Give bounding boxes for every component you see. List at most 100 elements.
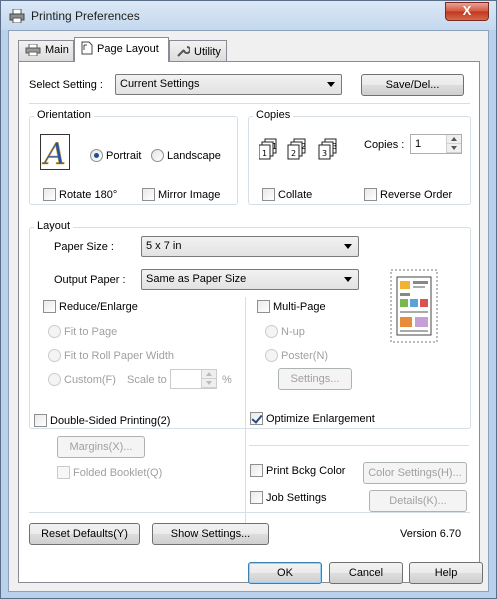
rotate-180-checkbox[interactable] <box>43 188 56 201</box>
custom-label: Custom(F) <box>64 374 116 386</box>
rotate-180-label: Rotate 180° <box>59 189 118 201</box>
optimize-enlargement-checkbox[interactable] <box>250 412 263 425</box>
color-settings-button[interactable]: Color Settings(H)... <box>363 462 467 484</box>
select-setting-label: Select Setting : <box>29 79 103 91</box>
job-settings-checkbox[interactable] <box>250 491 263 504</box>
svg-text:1: 1 <box>272 142 277 151</box>
tab-page-layout[interactable]: Page Layout <box>74 37 169 62</box>
fit-to-page-label: Fit to Page <box>64 326 118 338</box>
portrait-label: Portrait <box>106 150 142 162</box>
poster-label: Poster(N) <box>281 350 329 362</box>
copies-title: Copies <box>253 109 294 121</box>
multi-page-label: Multi-Page <box>273 301 326 313</box>
tab-utility[interactable]: Utility <box>169 40 227 61</box>
ok-button[interactable]: OK <box>248 562 322 584</box>
reduce-enlarge-checkbox[interactable] <box>43 300 56 313</box>
spin-down-icon[interactable] <box>202 379 216 388</box>
job-settings-label: Job Settings <box>266 492 327 504</box>
paper-size-combo[interactable]: 5 x 7 in <box>141 236 359 257</box>
reverse-order-checkbox[interactable] <box>364 188 377 201</box>
custom-radio[interactable] <box>48 373 61 386</box>
svg-text:1: 1 <box>262 149 267 158</box>
chevron-down-icon <box>344 277 352 282</box>
output-paper-value: Same as Paper Size <box>146 273 247 285</box>
divider <box>249 445 469 446</box>
reduce-enlarge-label: Reduce/Enlarge <box>59 301 138 313</box>
page-layout-panel: Select Setting : Current Settings Save/D… <box>18 61 480 583</box>
chevron-down-icon <box>344 244 352 249</box>
svg-text:2: 2 <box>291 149 296 158</box>
tab-main[interactable]: Main <box>18 40 74 61</box>
close-button[interactable]: X <box>445 2 489 21</box>
folded-booklet-checkbox[interactable] <box>57 466 70 479</box>
output-paper-label: Output Paper : <box>54 274 126 286</box>
margins-button[interactable]: Margins(X)... <box>57 436 145 458</box>
window-title: Printing Preferences <box>31 9 140 23</box>
fit-to-roll-radio[interactable] <box>48 349 61 362</box>
collate-checkbox[interactable] <box>262 188 275 201</box>
chevron-down-icon <box>327 82 335 87</box>
paper-size-value: 5 x 7 in <box>146 240 182 252</box>
page-preview-icon <box>390 269 438 343</box>
multi-page-checkbox[interactable] <box>257 300 270 313</box>
multi-page-settings-button[interactable]: Settings... <box>278 368 352 390</box>
layout-title: Layout <box>34 220 74 232</box>
fit-to-roll-label: Fit to Roll Paper Width <box>64 350 175 362</box>
tab-page-layout-label: Page Layout <box>97 43 159 55</box>
spin-up-icon[interactable] <box>447 135 461 144</box>
fit-to-page-radio[interactable] <box>48 325 61 338</box>
mirror-image-checkbox[interactable] <box>142 188 155 201</box>
tab-main-label: Main <box>45 44 69 56</box>
printing-preferences-window: Printing Preferences X Main Page Layout … <box>0 0 497 599</box>
dialog-client: Main Page Layout Utility Select Setting … <box>8 30 489 592</box>
scale-stepper[interactable] <box>170 369 217 389</box>
svg-text:2: 2 <box>301 142 306 151</box>
copies-value: 1 <box>415 138 422 150</box>
landscape-radio[interactable] <box>151 149 164 162</box>
svg-text:A: A <box>41 137 66 170</box>
print-bckg-color-checkbox[interactable] <box>250 464 263 477</box>
divider <box>29 512 470 513</box>
paper-size-label: Paper Size : <box>54 241 114 253</box>
output-paper-combo[interactable]: Same as Paper Size <box>141 269 359 290</box>
tab-utility-label: Utility <box>194 46 221 58</box>
copies-stepper[interactable]: 1 <box>410 134 462 154</box>
details-button[interactable]: Details(K)... <box>369 490 467 512</box>
cancel-button[interactable]: Cancel <box>329 562 403 584</box>
lower-divider <box>245 407 246 542</box>
poster-radio[interactable] <box>265 349 278 362</box>
svg-text:3: 3 <box>322 149 327 158</box>
printer-tab-icon <box>25 43 41 57</box>
layout-divider <box>245 297 246 412</box>
help-button[interactable]: Help <box>409 562 483 584</box>
select-setting-combo[interactable]: Current Settings <box>115 74 342 95</box>
copies-label: Copies : <box>364 139 405 151</box>
collate-label: Collate <box>278 189 313 201</box>
reset-defaults-button[interactable]: Reset Defaults(Y) <box>29 523 140 545</box>
folded-booklet-label: Folded Booklet(Q) <box>73 467 163 479</box>
portrait-preview-icon: A <box>40 134 70 170</box>
double-sided-label: Double-Sided Printing(2) <box>50 415 171 427</box>
spin-down-icon[interactable] <box>447 144 461 153</box>
double-sided-checkbox[interactable] <box>34 414 47 427</box>
optimize-enlargement-label: Optimize Enlargement <box>266 413 375 425</box>
show-settings-button[interactable]: Show Settings... <box>152 523 269 545</box>
select-setting-value: Current Settings <box>120 78 200 90</box>
save-del-button[interactable]: Save/Del... <box>361 74 464 96</box>
printer-icon <box>9 9 25 23</box>
nup-radio[interactable] <box>265 325 278 338</box>
collate-pages-icon: 11 22 33 <box>259 138 337 160</box>
title-bar[interactable]: Printing Preferences X <box>1 1 496 30</box>
portrait-radio[interactable] <box>90 149 103 162</box>
nup-label: N-up <box>281 326 305 338</box>
version-label: Version 6.70 <box>400 528 462 540</box>
orientation-title: Orientation <box>34 109 94 121</box>
wrench-icon <box>177 46 191 57</box>
scale-to-label: Scale to <box>127 374 167 386</box>
reverse-order-label: Reverse Order <box>380 189 453 201</box>
percent-label: % <box>222 374 232 386</box>
divider <box>29 103 470 104</box>
page-layout-icon <box>81 41 93 55</box>
spin-up-icon[interactable] <box>202 370 216 379</box>
mirror-image-label: Mirror Image <box>158 189 221 201</box>
